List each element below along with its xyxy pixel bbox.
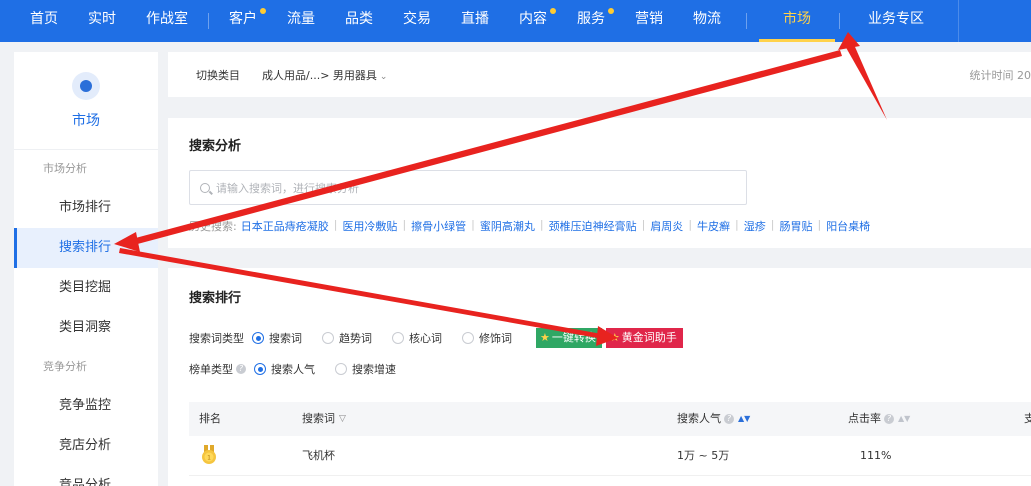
star-icon: ★ xyxy=(540,331,550,344)
sidebar-group-market-analysis: 市场分析 xyxy=(43,162,87,175)
sidebar-header: 市场 xyxy=(14,52,158,150)
sidebar: 市场 市场分析 市场排行 搜索排行 类目挖掘 类目洞察 竞争分析 竞争监控 竞店… xyxy=(14,52,158,486)
nav-item-live[interactable]: 直播 xyxy=(446,0,504,42)
col-rank: 排名 xyxy=(199,412,221,425)
col-popularity[interactable]: 搜索人气? ▲▼ xyxy=(677,402,750,436)
search-analysis-card: 搜索分析 请输入搜索词，进行搜索分析 历史搜索: 日本正品痔疮凝胶 | 医用冷敷贴… xyxy=(168,118,1031,248)
search-rank-title: 搜索排行 xyxy=(189,291,242,306)
history-term[interactable]: 肩周炎 xyxy=(650,218,683,234)
radio-search-popularity[interactable]: 搜索人气 xyxy=(254,361,315,377)
search-analysis-title: 搜索分析 xyxy=(189,139,242,154)
sort-desc-icon[interactable]: ▲▼ xyxy=(738,402,750,436)
sidebar-item-competitor-product[interactable]: 竞品分析 xyxy=(14,466,158,486)
nav-divider xyxy=(958,0,959,42)
golden-word-helper-button[interactable]: ★ 黄金词助手 xyxy=(605,328,683,348)
history-term[interactable]: 擦骨小绿管 xyxy=(411,218,466,234)
history-search-label: 历史搜索: xyxy=(189,220,237,233)
nav-item-home[interactable]: 首页 xyxy=(15,0,73,42)
new-dot-icon xyxy=(550,8,556,14)
nav-item-business-zone[interactable]: 业务专区 xyxy=(852,0,940,42)
sidebar-item-search-rank[interactable]: 搜索排行 xyxy=(14,228,158,268)
sidebar-item-competitor-monitor[interactable]: 竞争监控 xyxy=(14,386,158,426)
radio-search-word[interactable]: 搜索词 xyxy=(252,330,302,346)
new-dot-icon xyxy=(608,8,614,14)
keyword-type-filter: 搜索词类型 搜索词 趋势词 核心词 修饰词 ★ 一键转换 ★ 黄金词助手 xyxy=(189,328,683,348)
history-search-row: 历史搜索: 日本正品痔疮凝胶 | 医用冷敷贴 | 擦骨小绿管 | 蜜阴高潮丸 | 颈椎压… xyxy=(189,218,871,234)
list-type-label: 榜单类型? xyxy=(189,361,246,377)
nav-item-marketing[interactable]: 营销 xyxy=(620,0,678,42)
category-path-select[interactable]: 成人用品/...> 男用器具 ⌄ xyxy=(262,67,387,83)
sidebar-item-competitor-store[interactable]: 竞店分析 xyxy=(14,426,158,466)
category-bar: 切换类目 成人用品/...> 男用器具 ⌄ 统计时间 20 xyxy=(168,52,1031,97)
radio-search-growth[interactable]: 搜索增速 xyxy=(335,361,396,377)
history-term[interactable]: 蜜阴高潮丸 xyxy=(480,218,535,234)
nav-item-war-room[interactable]: 作战室 xyxy=(131,0,203,42)
nav-divider xyxy=(839,13,840,29)
search-rank-card: 搜索排行 搜索词类型 搜索词 趋势词 核心词 修饰词 ★ 一键转换 ★ 黄金词助手 … xyxy=(168,268,1031,486)
sidebar-group-competition: 竞争分析 xyxy=(43,360,87,373)
sort-icon[interactable]: ▲▼ xyxy=(898,402,910,436)
filter-icon[interactable]: ▽ xyxy=(339,402,346,436)
cell-ctr: 111% xyxy=(860,449,892,462)
svg-text:1: 1 xyxy=(207,455,211,462)
list-type-filter: 榜单类型? 搜索人气 搜索增速 xyxy=(189,361,416,377)
nav-item-service[interactable]: 服务 xyxy=(562,0,620,42)
nav-item-content[interactable]: 内容 xyxy=(504,0,562,42)
history-term[interactable]: 阳台桌椅 xyxy=(826,218,870,234)
nav-divider xyxy=(208,13,209,29)
search-icon xyxy=(200,182,210,193)
nav-divider xyxy=(746,13,747,29)
search-placeholder: 请输入搜索词，进行搜索分析 xyxy=(216,181,359,195)
search-input[interactable]: 请输入搜索词，进行搜索分析 xyxy=(189,170,747,205)
keyword-type-label: 搜索词类型 xyxy=(189,332,244,345)
cell-keyword[interactable]: 飞机杯 xyxy=(302,436,335,476)
radio-modifier-word[interactable]: 修饰词 xyxy=(462,330,512,346)
history-term[interactable]: 牛皮癣 xyxy=(697,218,730,234)
nav-item-traffic[interactable]: 流量 xyxy=(272,0,330,42)
rank-table-header: 排名 搜索词 ▽ 搜索人气? ▲▼ 点击率? ▲▼ 支 xyxy=(189,402,1031,436)
stat-time: 统计时间 20 xyxy=(969,68,1031,82)
nav-item-logistics[interactable]: 物流 xyxy=(678,0,736,42)
help-icon[interactable]: ? xyxy=(884,414,894,424)
col-pay: 支 xyxy=(1024,412,1031,425)
history-term[interactable]: 医用冷敷贴 xyxy=(342,218,397,234)
help-icon[interactable]: ? xyxy=(236,364,246,374)
nav-item-trade[interactable]: 交易 xyxy=(388,0,446,42)
nav-item-customer[interactable]: 客户 xyxy=(214,0,272,42)
new-dot-icon xyxy=(260,8,266,14)
top-nav: 首页 实时 作战室 客户 流量 品类 交易 直播 内容 服务 营销 物流 市场 … xyxy=(0,0,1031,42)
one-click-convert-button[interactable]: ★ 一键转换 xyxy=(536,328,602,348)
sidebar-title: 市场 xyxy=(72,112,100,129)
table-row[interactable]: 1 飞机杯 1万 ~ 5万 111% xyxy=(189,436,1031,476)
radio-trend-word[interactable]: 趋势词 xyxy=(322,330,372,346)
history-term[interactable]: 肠胃贴 xyxy=(779,218,812,234)
history-term[interactable]: 颈椎压迫神经膏贴 xyxy=(549,218,637,234)
chevron-down-icon: ⌄ xyxy=(379,71,388,82)
gold-medal-icon: 1 xyxy=(202,445,216,464)
switch-category-button[interactable]: 切换类目 xyxy=(196,67,240,83)
nav-item-realtime[interactable]: 实时 xyxy=(73,0,131,42)
sidebar-item-category-mining[interactable]: 类目挖掘 xyxy=(14,268,158,308)
nav-item-market[interactable]: 市场 xyxy=(759,0,835,42)
col-keyword[interactable]: 搜索词 ▽ xyxy=(302,402,346,436)
history-term[interactable]: 日本正品痔疮凝胶 xyxy=(241,218,329,234)
radio-core-word[interactable]: 核心词 xyxy=(392,330,442,346)
col-ctr[interactable]: 点击率? ▲▼ xyxy=(848,402,910,436)
sidebar-item-category-insight[interactable]: 类目洞察 xyxy=(14,308,158,348)
help-icon[interactable]: ? xyxy=(724,414,734,424)
history-term[interactable]: 湿疹 xyxy=(744,218,766,234)
sidebar-item-market-rank[interactable]: 市场排行 xyxy=(14,188,158,228)
nav-item-category[interactable]: 品类 xyxy=(330,0,388,42)
market-icon xyxy=(72,71,100,100)
cell-popularity: 1万 ~ 5万 xyxy=(677,449,730,462)
star-icon: ★ xyxy=(609,331,620,344)
